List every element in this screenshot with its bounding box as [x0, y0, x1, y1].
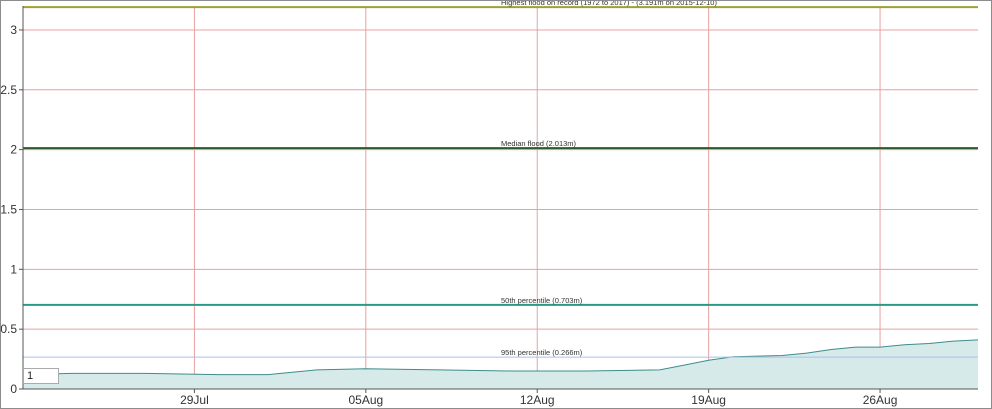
reference-line-label: 50th percentile (0.703m) [501, 296, 583, 305]
y-tick-label: 1.5 [1, 202, 17, 216]
x-tick-label: 19Aug [691, 393, 726, 407]
reference-line-label: 95th percentile (0.266m) [501, 348, 583, 357]
y-tick-label: 2 [10, 143, 17, 157]
y-tick-label: 1 [10, 262, 17, 276]
y-axis: 0 0.5 1 1.5 2 2.5 3 [1, 6, 24, 396]
x-tick-label: 26Aug [863, 393, 898, 407]
horizontal-gridlines [23, 29, 978, 330]
y-tick-label: 0 [10, 382, 17, 396]
y-tick-label: 3 [10, 23, 17, 37]
reference-line-label: Median flood (2.013m) [501, 139, 577, 148]
y-tick-label: 2.5 [1, 83, 17, 97]
x-axis: 29Jul 05Aug 12Aug 19Aug 26Aug [23, 388, 978, 407]
reference-line-label: Highest flood on record (1972 to 2017) -… [501, 1, 717, 7]
x-tick-label: 29Jul [180, 393, 209, 407]
chart-frame: Highest flood on record (1972 to 2017) -… [0, 0, 992, 409]
x-tick-label: 12Aug [520, 393, 555, 407]
vertical-gridlines [193, 6, 881, 389]
reference-lines: Highest flood on record (1972 to 2017) -… [23, 1, 978, 358]
y-tick-label: 0.5 [1, 322, 17, 336]
chart-svg: Highest flood on record (1972 to 2017) -… [1, 1, 979, 407]
range-input[interactable] [23, 368, 59, 384]
x-tick-label: 05Aug [348, 393, 383, 407]
